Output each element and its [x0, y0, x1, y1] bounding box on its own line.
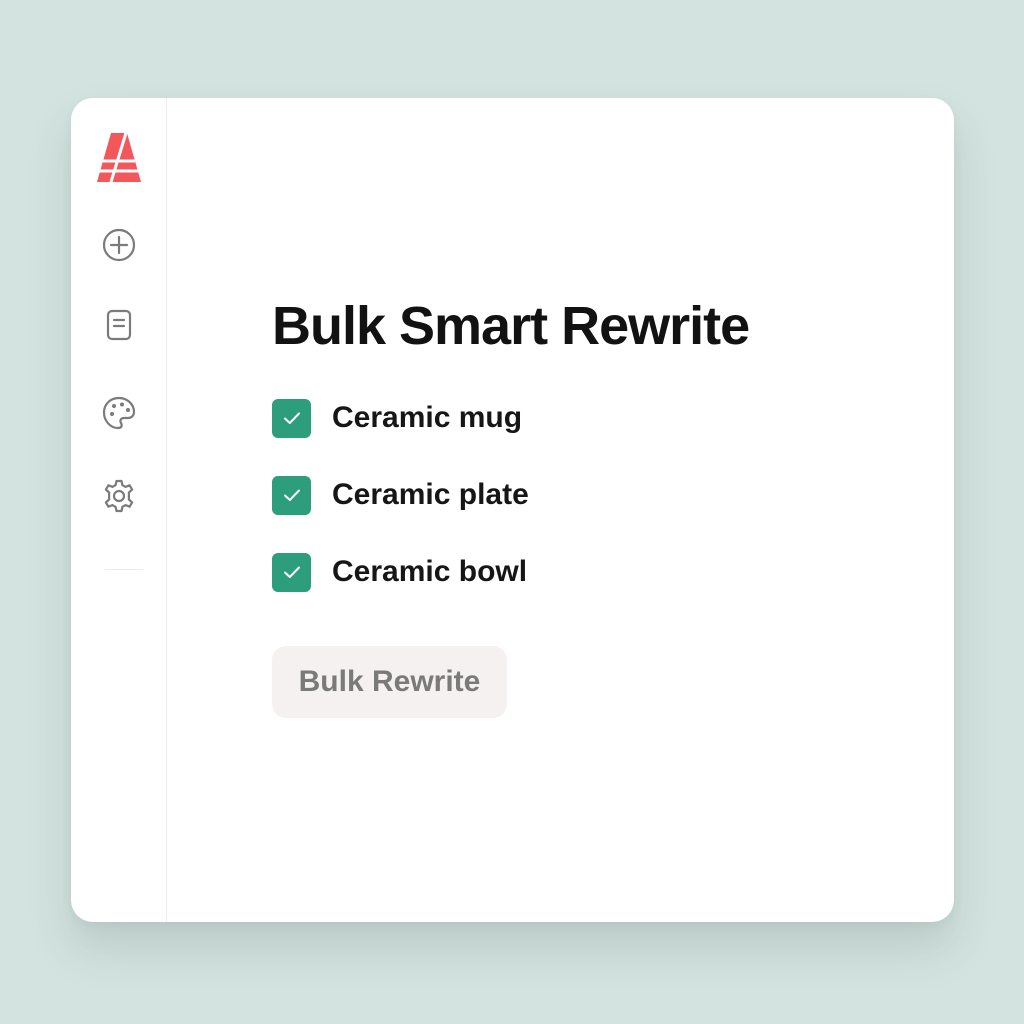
- checklist-item-label: Ceramic mug: [332, 401, 523, 434]
- sidebar: [71, 98, 167, 922]
- checklist-item-ceramic-mug[interactable]: Ceramic mug: [272, 398, 912, 438]
- sidebar-divider: [105, 569, 143, 570]
- add-circle-icon[interactable]: [71, 225, 167, 265]
- checkbox-checked[interactable]: [272, 475, 311, 515]
- checkmark-icon: [283, 566, 300, 578]
- checkmark-icon: [283, 489, 300, 501]
- app-window: Bulk Smart Rewrite Ceramic mug Ceramic p…: [71, 98, 954, 922]
- bulk-rewrite-button[interactable]: Bulk Rewrite: [272, 646, 507, 718]
- checkbox-checked[interactable]: [272, 552, 311, 592]
- page-title: Bulk Smart Rewrite: [272, 296, 750, 356]
- checkbox-checked[interactable]: [272, 398, 311, 438]
- document-icon[interactable]: [71, 305, 167, 345]
- checklist-item-ceramic-plate[interactable]: Ceramic plate: [272, 475, 912, 515]
- app-logo-icon[interactable]: [71, 132, 167, 186]
- checklist-item-label: Ceramic bowl: [332, 555, 528, 588]
- checklist-item-ceramic-bowl[interactable]: Ceramic bowl: [272, 552, 912, 592]
- checklist-item-label: Ceramic plate: [332, 478, 529, 511]
- main-content: Bulk Smart Rewrite Ceramic mug Ceramic p…: [272, 290, 912, 718]
- settings-gear-icon[interactable]: [71, 476, 167, 516]
- checkmark-icon: [283, 412, 300, 424]
- product-checklist: Ceramic mug Ceramic plate Ceramic bowl: [272, 398, 912, 592]
- palette-icon[interactable]: [71, 393, 167, 433]
